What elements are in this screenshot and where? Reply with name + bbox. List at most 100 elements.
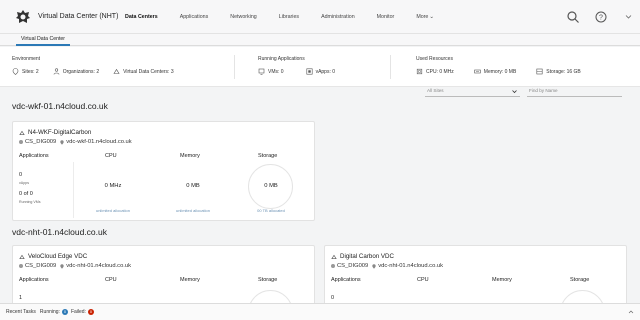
chevron-down-icon: ⌄ (429, 14, 434, 20)
user-menu-chevron-icon[interactable] (625, 13, 632, 20)
running-apps-title: Running Applications (258, 56, 305, 62)
col-cpu: CPU (105, 153, 117, 159)
vdc-card-title: Digital Carbon VDC (331, 253, 394, 260)
organization-icon (53, 68, 59, 75)
site-filter-value: All Sites (427, 88, 444, 93)
tab-virtual-data-center[interactable]: Virtual Data Center (16, 34, 71, 46)
nav-more[interactable]: More⌄ (416, 14, 434, 20)
vdc-org: CS_DIG009 (337, 263, 369, 269)
storage-label: Storage: 16 GB (546, 68, 581, 75)
vapps-count: 1 (19, 295, 23, 301)
memory-stat: Memory: 0 MB (474, 68, 516, 75)
failed-count-badge: 0 (87, 309, 94, 315)
vdcs-stat: Virtual Data Centers: 3 (113, 68, 174, 75)
organizations-label: Organizations: 2 (62, 68, 100, 75)
vdc-org-site: CS_DIG009 vdc-nht-01.n4cloud.co.uk (331, 263, 443, 269)
failed-label: Failed: (70, 309, 86, 315)
summary-panel: Environment Sites: 2 Organizations: 2 Vi… (0, 47, 640, 87)
app-title: Virtual Data Center (NHT) (38, 13, 119, 20)
vms-caption: Running VMs (19, 200, 41, 204)
cpu-label: CPU: 0 MHz (426, 68, 454, 75)
vapps-count: 0 (19, 172, 23, 178)
recent-tasks-bar[interactable]: Recent Tasks Running: 0 Failed: 0 (0, 303, 640, 320)
vdc-site: vdc-nht-01.n4cloud.co.uk (378, 263, 444, 269)
storage-value: 0 MB (264, 183, 278, 189)
vdc-card-digital-carbon[interactable]: Digital Carbon VDC CS_DIG009 vdc-nht-01.… (324, 245, 627, 320)
col-storage: Storage (258, 153, 278, 159)
vapps-count: 0 (331, 295, 335, 301)
environment-group: Environment Sites: 2 Organizations: 2 Vi… (12, 56, 188, 75)
used-resources-group: Used Resources CPU: 0 MHz Memory: 0 MB S… (416, 56, 595, 75)
running-apps-group: Running Applications VMs: 0 vApps: 0 (258, 56, 349, 75)
organizations-stat: Organizations: 2 (53, 68, 99, 75)
col-cpu: CPU (105, 277, 117, 283)
vdc-card-title: VeloCloud Edge VDC (19, 253, 87, 260)
col-applications: Applications (331, 277, 361, 283)
nav-applications[interactable]: Applications (180, 14, 209, 20)
sites-stat: Sites: 2 (12, 68, 39, 75)
nav-data-centers[interactable]: Data Centers (125, 14, 158, 20)
nav-administration[interactable]: Administration (321, 14, 355, 20)
find-by-name-placeholder: Find by Name (529, 88, 558, 93)
chevron-down-icon (512, 90, 517, 94)
vdc-name: Digital Carbon VDC (340, 253, 394, 260)
storage-icon (536, 68, 543, 75)
storage-allocation: 00 TB allocated (257, 208, 285, 213)
storage-stat: Storage: 16 GB (536, 68, 581, 75)
site-filter-select[interactable]: All Sites (425, 88, 520, 97)
cpu-icon (416, 68, 423, 75)
search-icon[interactable] (566, 10, 580, 24)
vapps-caption: vApps (19, 181, 29, 185)
memory-allocation: unlimited allocation (175, 208, 211, 213)
vapps-label: vApps: 0 (315, 68, 336, 75)
chevron-up-icon[interactable] (628, 309, 634, 315)
nav-more-label: More (416, 14, 429, 20)
vdc-org-site: CS_DIG009 vdc-nht-01.n4cloud.co.uk (19, 263, 131, 269)
sites-label: Sites: 2 (22, 68, 39, 75)
vms-label: VMs: 0 (268, 68, 284, 75)
nav-libraries[interactable]: Libraries (279, 14, 299, 20)
org-dot-icon (19, 140, 23, 144)
memory-icon (474, 69, 481, 74)
location-pin-icon (60, 139, 64, 145)
nav-monitor[interactable]: Monitor (377, 14, 395, 20)
environment-title: Environment (12, 56, 41, 62)
col-applications: Applications (19, 153, 49, 159)
vdcs-label: Virtual Data Centers: 3 (123, 68, 174, 75)
find-by-name-input[interactable]: Find by Name (527, 88, 622, 97)
summary-divider (390, 55, 391, 79)
recent-tasks-label: Recent Tasks (6, 309, 36, 315)
top-bar: Virtual Data Center (NHT) Data Centers A… (0, 0, 640, 34)
col-memory: Memory (180, 153, 200, 159)
vcloud-logo-icon (16, 10, 30, 23)
vdc-site: vdc-nht-01.n4cloud.co.uk (66, 263, 132, 269)
vm-icon (258, 68, 265, 75)
col-storage: Storage (570, 277, 590, 283)
vapps-stat: vApps: 0 (306, 68, 335, 75)
col-cpu: CPU (417, 277, 429, 283)
location-pin-icon (12, 68, 19, 75)
section-title-nht: vdc-nht-01.n4cloud.co.uk (12, 227, 107, 237)
memory-value: 0 MB (186, 183, 200, 189)
vdc-card-n4-wkf-digitalcarbon[interactable]: N4-WKF-DigitalCarbon CS_DIG009 vdc-wkf-0… (12, 121, 315, 221)
vdc-name: VeloCloud Edge VDC (28, 253, 88, 260)
used-resources-title: Used Resources (416, 56, 453, 62)
vdc-site: vdc-wkf-01.n4cloud.co.uk (66, 139, 132, 145)
location-pin-icon (372, 263, 376, 269)
col-applications: Applications (19, 277, 49, 283)
vms-count: 0 of 0 (19, 191, 33, 197)
cloud-icon (113, 68, 120, 74)
vdc-name: N4-WKF-DigitalCarbon (28, 129, 92, 136)
cpu-allocation: unlimited allocation (95, 208, 131, 213)
vapp-icon (306, 68, 313, 75)
vdc-org: CS_DIG009 (25, 263, 57, 269)
vdc-card-velocloud-edge[interactable]: VeloCloud Edge VDC CS_DIG009 vdc-nht-01.… (12, 245, 315, 320)
summary-divider (234, 55, 235, 79)
help-icon[interactable]: ? (594, 10, 608, 24)
vdc-org: CS_DIG009 (25, 139, 57, 145)
vdc-org-site: CS_DIG009 vdc-wkf-01.n4cloud.co.uk (19, 139, 132, 145)
section-title-wkf: vdc-wkf-01.n4cloud.co.uk (12, 101, 108, 111)
org-dot-icon (331, 264, 335, 268)
nav-networking[interactable]: Networking (230, 14, 257, 20)
cpu-value: 0 MHz (104, 183, 122, 189)
